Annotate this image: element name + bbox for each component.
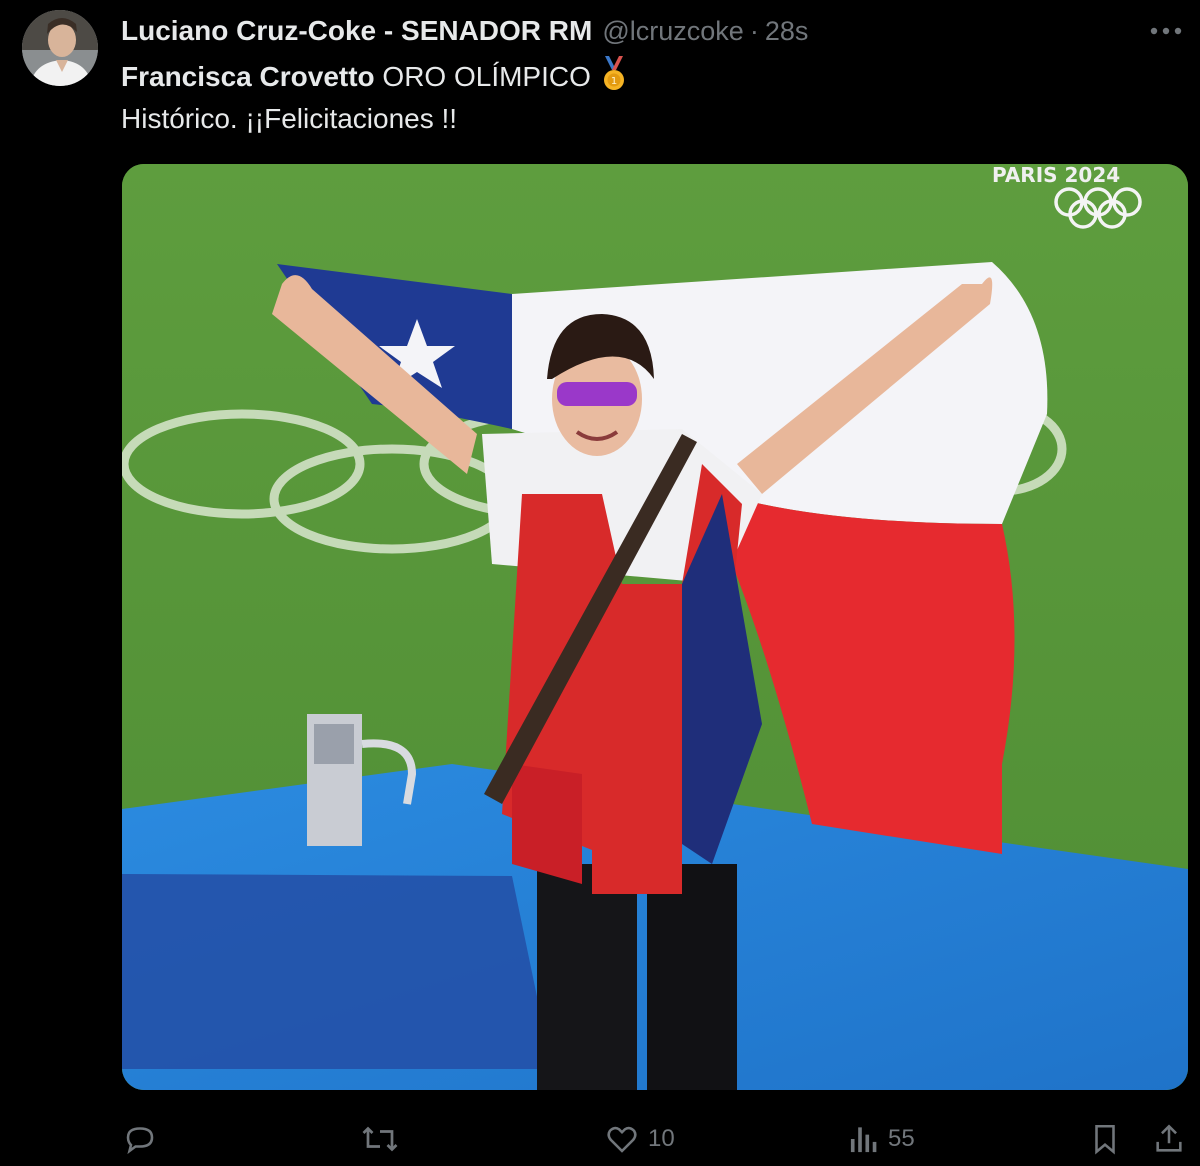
broadcast-overlay-text: PARIS 2024 (992, 164, 1120, 187)
share-button[interactable] (1152, 1112, 1186, 1166)
bookmark-button[interactable] (1088, 1112, 1122, 1166)
tweet-timestamp[interactable]: 28s (765, 16, 809, 47)
tweet-body: Francisca Crovetto ORO OLÍMPICO 1 Histór… (121, 56, 1161, 140)
more-options-button[interactable] (1146, 16, 1186, 46)
bookmark-icon (1095, 1124, 1115, 1155)
more-dots-icon (1150, 27, 1182, 35)
tweet-photo[interactable]: PARIS 2024 (122, 164, 1188, 1090)
like-count: 10 (648, 1125, 675, 1152)
tweet-text-line-2: Histórico. ¡¡Felicitaciones !! (121, 103, 458, 134)
heart-icon (607, 1126, 637, 1153)
tweet-text-line-1: Francisca Crovetto ORO OLÍMPICO 1 (121, 56, 1161, 98)
retweet-button[interactable] (360, 1112, 408, 1166)
gold-medal-icon: 1 (603, 56, 624, 90)
share-icon (1156, 1124, 1182, 1152)
athlete-photo: PARIS 2024 (122, 164, 1188, 1090)
tweet[interactable]: Luciano Cruz-Coke - SENADOR RM @lcruzcok… (0, 0, 1200, 1166)
reply-icon (126, 1127, 154, 1155)
author-handle[interactable]: @lcruzcoke (602, 16, 743, 47)
author-avatar[interactable] (22, 10, 98, 86)
person-avatar-icon (22, 10, 98, 86)
views-button[interactable]: 55 (848, 1112, 915, 1166)
tweet-text-headline: ORO OLÍMPICO (374, 61, 599, 92)
retweet-icon (362, 1126, 398, 1152)
mention-link[interactable]: Francisca Crovetto (121, 61, 375, 92)
header-separator: · (749, 15, 759, 46)
svg-text:1: 1 (610, 76, 616, 87)
tweet-header: Luciano Cruz-Coke - SENADOR RM @lcruzcok… (121, 14, 808, 48)
reply-button[interactable] (122, 1112, 166, 1166)
like-button[interactable]: 10 (604, 1112, 675, 1166)
tweet-actions: 10 55 (0, 1112, 1200, 1166)
author-display-name[interactable]: Luciano Cruz-Coke - SENADOR RM (121, 15, 592, 47)
views-count: 55 (888, 1125, 915, 1152)
views-chart-icon (850, 1127, 877, 1153)
